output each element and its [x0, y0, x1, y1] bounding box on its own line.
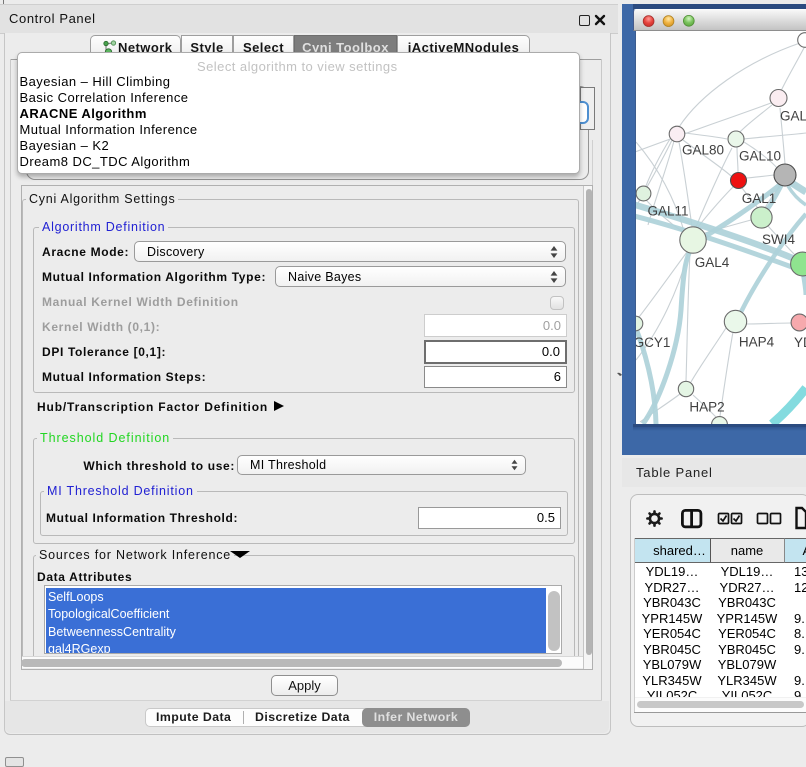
svg-text:GAL4: GAL4: [695, 255, 730, 270]
svg-text:GCY1: GCY1: [636, 335, 670, 350]
svg-text:GAL1: GAL1: [742, 191, 777, 206]
svg-text:GAL2: GAL2: [780, 109, 806, 124]
svg-text:GAL10: GAL10: [739, 149, 781, 164]
svg-text:HAP2: HAP2: [689, 400, 724, 415]
svg-text:SWI4: SWI4: [762, 232, 795, 247]
svg-text:HAP4: HAP4: [739, 335, 775, 350]
svg-text:YD: YD: [794, 335, 806, 350]
svg-text:GAL80: GAL80: [682, 143, 724, 158]
svg-text:GAL11: GAL11: [647, 204, 688, 219]
